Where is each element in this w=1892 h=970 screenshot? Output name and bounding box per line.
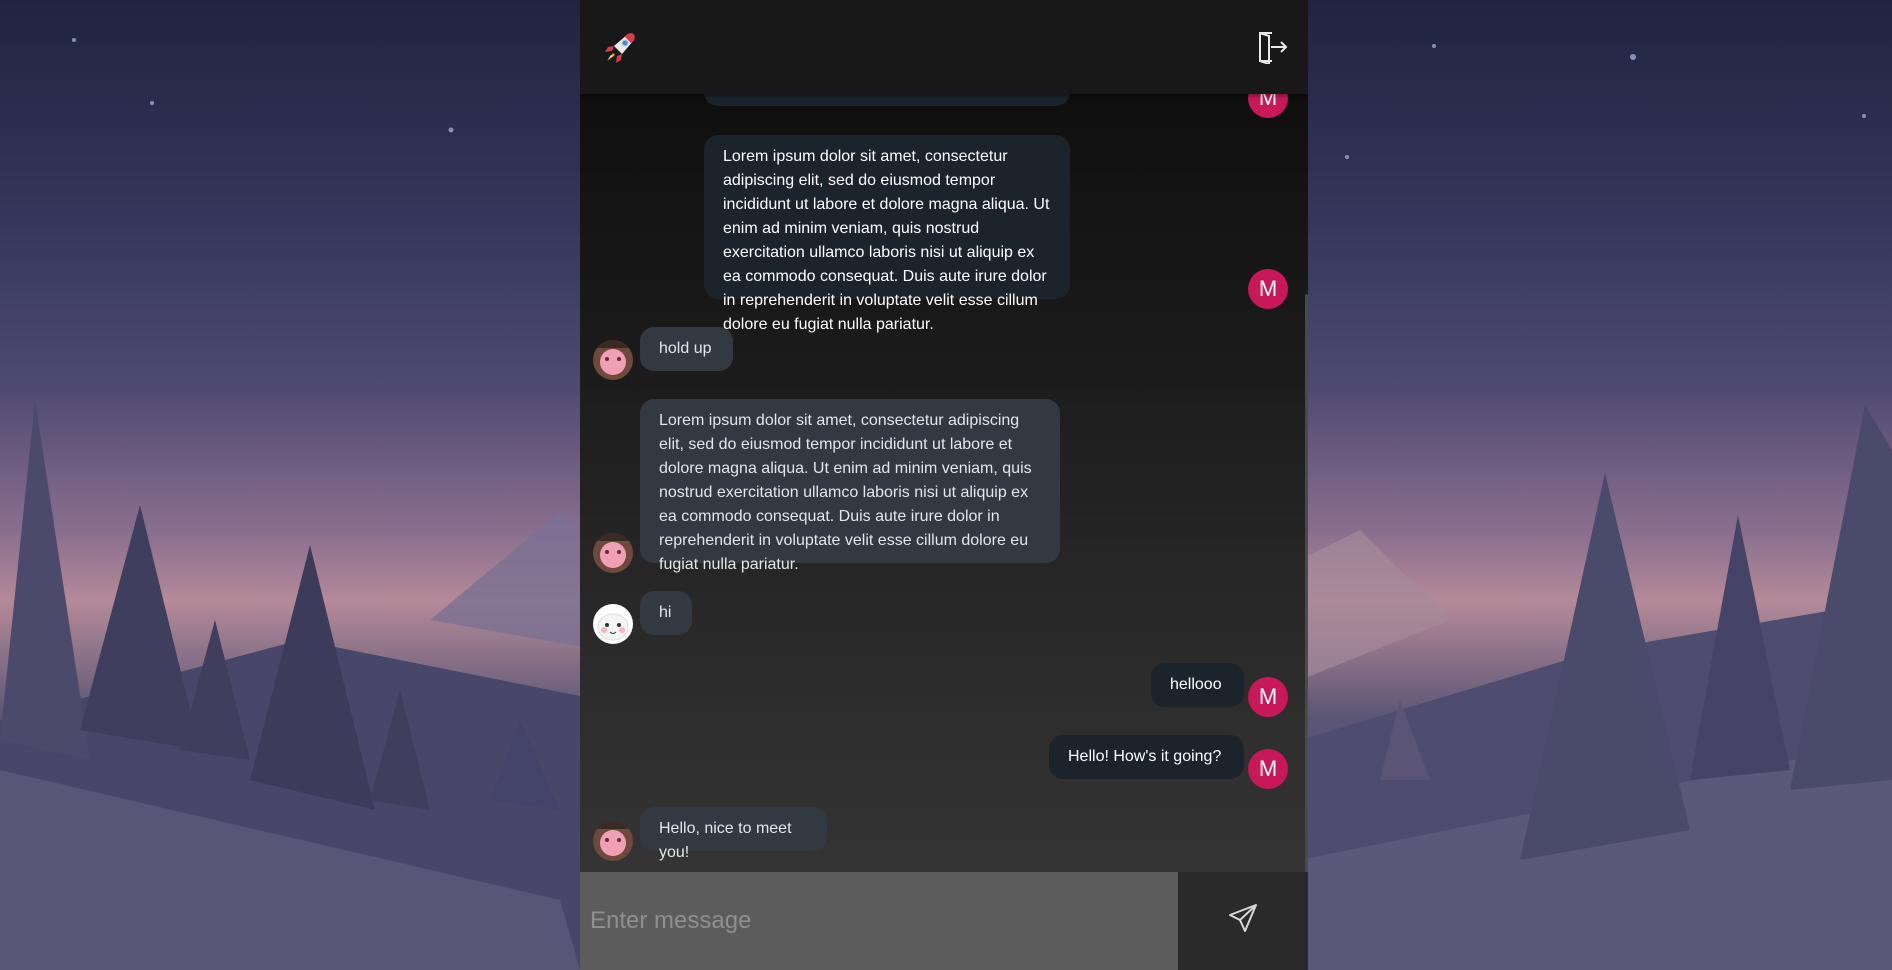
avatar-me: M (1248, 269, 1288, 309)
message-input[interactable] (580, 872, 1178, 970)
top-bar (580, 0, 1308, 94)
avatar-pink-character (593, 340, 633, 380)
message-composer (580, 872, 1308, 970)
avatar-me: M (1248, 749, 1288, 789)
avatar-white-cartoon (593, 604, 633, 644)
message-bubble-out: Lorem ipsum dolor sit amet, consectetur … (704, 135, 1070, 333)
message-bubble-in: Hello, nice to meet you! (640, 807, 827, 861)
message-list[interactable]: M Lorem ipsum dolor sit amet, consectetu… (580, 0, 1308, 874)
chat-app-window: M Lorem ipsum dolor sit amet, consectetu… (580, 0, 1308, 970)
send-button[interactable] (1178, 872, 1308, 970)
send-paper-plane-icon (1229, 904, 1257, 932)
message-list-scrollbar[interactable] (1305, 294, 1308, 874)
rocket-icon (602, 30, 638, 66)
avatar-pink-character (593, 533, 633, 573)
avatar-me: M (1248, 677, 1288, 717)
message-bubble-in: hold up (640, 327, 733, 371)
message-bubble-out: hellooo (1151, 663, 1244, 707)
avatar-pink-character (593, 821, 633, 861)
logout-door-icon[interactable] (1257, 30, 1289, 66)
message-bubble-out: Hello! How's it going? (1049, 735, 1244, 779)
message-bubble-in: hi (640, 591, 692, 635)
message-bubble-in: Lorem ipsum dolor sit amet, consectetur … (640, 399, 1060, 573)
